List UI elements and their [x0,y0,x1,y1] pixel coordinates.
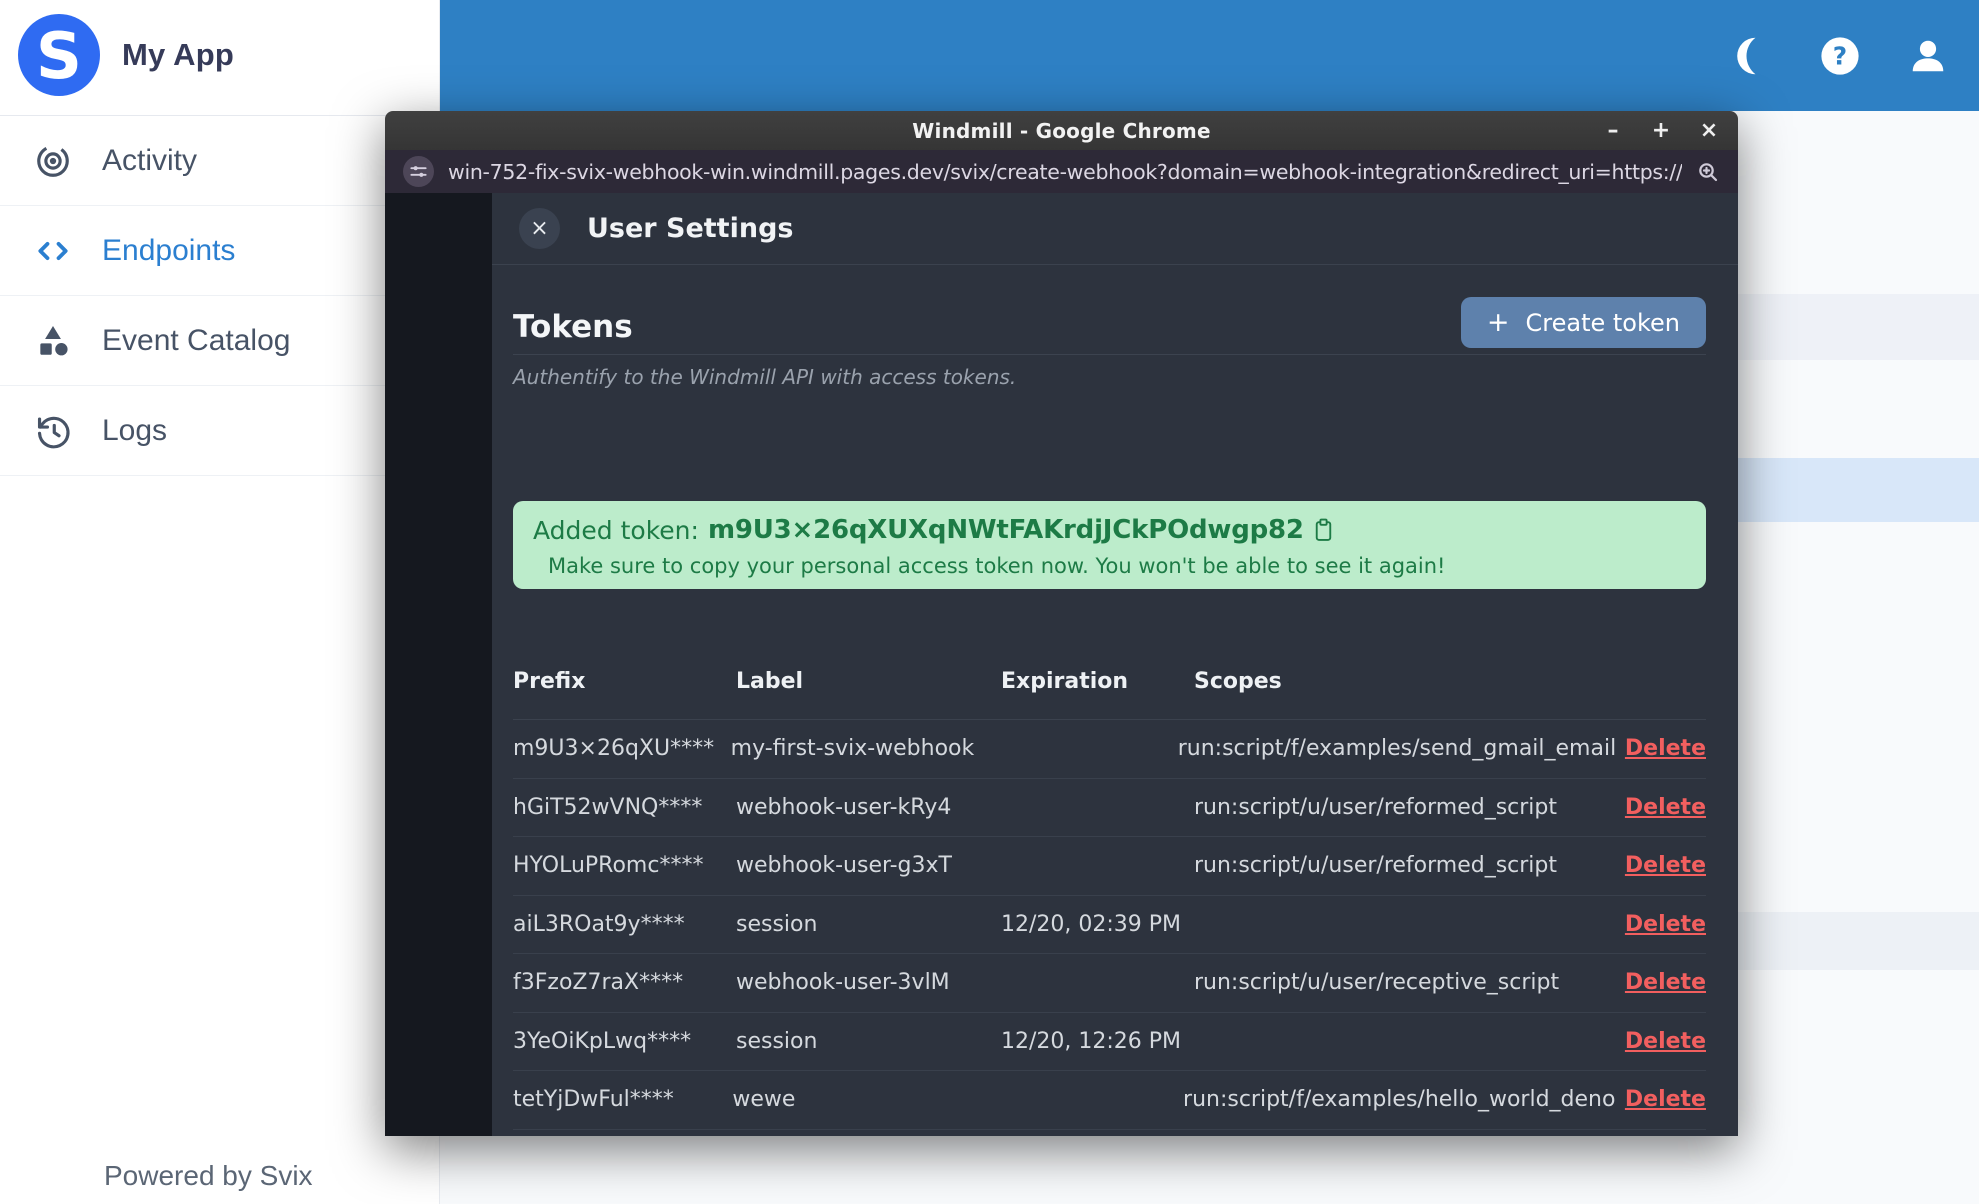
shapes-icon [40,325,68,355]
table-row: aiL3ROat9y**** session 12/20, 02:39 PM D… [513,896,1706,954]
svix-logo-icon: S [18,14,100,96]
close-window-button[interactable]: × [1696,119,1722,142]
copy-clipboard-icon[interactable] [1313,518,1334,543]
delete-token-link[interactable]: Delete [1625,736,1706,761]
token-prefix-cell: hGiT52wVNQ**** [513,794,703,820]
sidebar-item-label: Logs [102,413,168,447]
close-icon[interactable]: × [519,208,560,249]
tokens-table-header: Prefix Label Expiration Scopes [513,657,1706,705]
column-header-expiration: Expiration [1001,668,1129,694]
svg-text:S: S [36,20,82,94]
column-header-scopes: Scopes [1194,668,1282,694]
tokens-table: Prefix Label Expiration Scopes m9U3×26qX… [513,657,1706,1136]
token-label-cell: wewe [732,1087,796,1113]
tokens-heading: Tokens [513,309,633,345]
token-prefix-cell: aiL3ROat9y**** [513,911,685,937]
dark-mode-moon-icon[interactable] [1729,33,1775,79]
svix-sidebar: S My App Activity Endpoints Event Catalo… [0,0,440,1204]
table-row: f3FzoZ7raX**** webhook-user-3vlM run:scr… [513,954,1706,1013]
added-token-label: Added token: [533,515,699,545]
tokens-table-body: m9U3×26qXU**** my-first-svix-webhook run… [513,720,1706,1136]
sidebar-item-activity[interactable]: Activity [0,116,440,206]
app-brand: S My App [18,14,234,96]
table-row: HYOLuPRomc**** webhook-user-g3xT run:scr… [513,837,1706,896]
token-warning-note: Make sure to copy your personal access t… [548,554,1446,578]
token-expiration-cell: 12/20, 02:39 PM [1001,911,1182,937]
sidebar-item-endpoints[interactable]: Endpoints [0,206,440,296]
svg-text:?: ? [1833,41,1847,70]
url-bar[interactable]: win-752-fix-svix-webhook-win.windmill.pa… [385,150,1738,193]
page-dim-overlay [385,193,492,1136]
sidebar-item-logs[interactable]: Logs [0,386,440,476]
token-label-cell: session [736,1028,818,1054]
column-header-prefix: Prefix [513,668,586,694]
create-token-label: Create token [1525,308,1681,337]
minimize-button[interactable]: – [1600,119,1626,142]
create-token-button[interactable]: + Create token [1460,297,1706,348]
table-row: uLdBztSPA8**** External Tool Token Delet… [513,1130,1706,1137]
table-row: hGiT52wVNQ**** webhook-user-kRy4 run:scr… [513,779,1706,837]
delete-token-link[interactable]: Delete [1625,1087,1706,1112]
sidebar-item-label: Endpoints [102,233,236,267]
token-label-cell: session [736,911,818,937]
token-prefix-cell: tetYjDwFul**** [513,1087,674,1113]
token-scopes-cell: run:script/u/user/reformed_script [1194,794,1558,820]
history-icon [37,416,70,448]
powered-by-svix: Powered by Svix [104,1160,313,1191]
plus-icon: + [1486,307,1510,338]
user-icon[interactable] [1905,33,1951,79]
sidebar-item-label: Event Catalog [102,323,291,357]
token-prefix-cell: f3FzoZ7raX**** [513,970,684,996]
token-expiration-cell: 12/20, 12:26 PM [1001,1028,1182,1054]
sidebar-nav: Activity Endpoints Event Catalog Logs [0,116,440,476]
url-input[interactable]: win-752-fix-svix-webhook-win.windmill.pa… [448,160,1682,184]
code-brackets-icon [38,241,68,260]
window-title: Windmill - Google Chrome [912,118,1211,143]
token-prefix-cell: m9U3×26qXU**** [513,736,715,762]
delete-token-link[interactable]: Delete [1625,795,1706,820]
browser-viewport: × User Settings Tokens + Create token Au… [385,193,1738,1136]
delete-token-link[interactable]: Delete [1625,970,1706,995]
modal-body: Tokens + Create token Authentify to the … [513,265,1706,1130]
sidebar-item-label: Activity [102,143,198,177]
token-label-cell: my-first-svix-webhook [730,736,975,762]
chrome-window: Windmill - Google Chrome – + × win-752-f… [385,111,1738,1136]
token-label-cell: webhook-user-kRy4 [736,794,952,820]
token-scopes-cell: run:script/u/user/receptive_script [1194,970,1560,996]
tokens-subtitle: Authentify to the Windmill API with acce… [513,365,1017,389]
top-header-bar: ? [440,0,1979,111]
delete-token-link[interactable]: Delete [1625,1029,1706,1054]
token-scopes-cell: run:script/f/examples/send_gmail_email [1177,736,1617,762]
site-settings-icon[interactable] [403,156,434,187]
table-row: 3YeOiKpLwq**** session 12/20, 12:26 PM D… [513,1013,1706,1071]
modal-header: × User Settings [492,193,1738,265]
table-row: tetYjDwFul**** wewe run:script/f/example… [513,1071,1706,1130]
column-header-label: Label [736,668,804,694]
sidebar-item-event-catalog[interactable]: Event Catalog [0,296,440,386]
activity-disc-icon [37,144,69,177]
token-success-banner: Added token: m9U3×26qXUXqNWtFAKrdjJCkPOd… [513,501,1706,589]
delete-token-link[interactable]: Delete [1625,912,1706,937]
table-row: m9U3×26qXU**** my-first-svix-webhook run… [513,720,1706,779]
window-titlebar[interactable]: Windmill - Google Chrome – + × [385,111,1738,150]
zoom-magnifier-icon[interactable] [1696,160,1720,184]
token-value: m9U3×26qXUXqNWtFAKrdjJCkPOdwgp82 [707,515,1304,545]
token-label-cell: webhook-user-g3xT [736,853,952,879]
delete-token-link[interactable]: Delete [1625,853,1706,878]
maximize-button[interactable]: + [1648,119,1674,142]
token-prefix-cell: HYOLuPRomc**** [513,853,704,879]
user-settings-modal: × User Settings Tokens + Create token Au… [492,193,1738,1136]
token-label-cell: webhook-user-3vlM [736,970,950,996]
token-scopes-cell: run:script/u/user/reformed_script [1194,853,1558,879]
help-icon[interactable]: ? [1817,33,1863,79]
modal-title: User Settings [587,213,794,244]
token-prefix-cell: 3YeOiKpLwq**** [513,1028,692,1054]
token-scopes-cell: run:script/f/examples/hello_world_deno [1183,1087,1616,1113]
app-title: My App [122,37,234,72]
